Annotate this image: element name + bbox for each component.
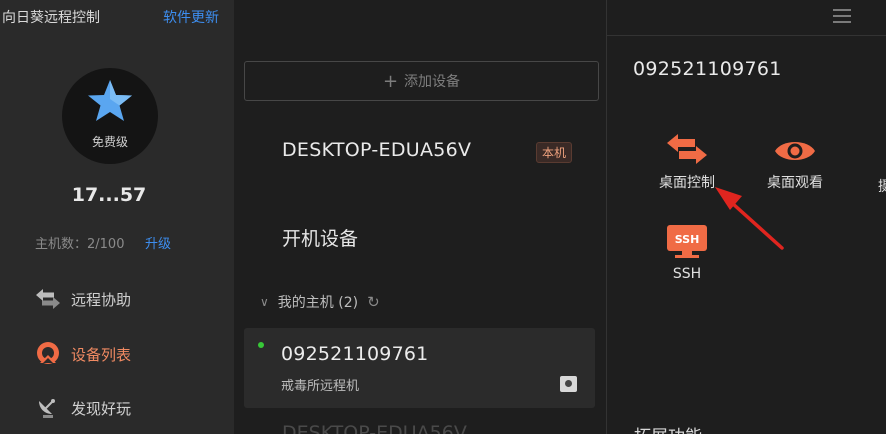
device-card[interactable]: 092521109761 戒毒所远程机	[244, 328, 595, 408]
action-label: 桌面观看	[767, 175, 823, 191]
ssh-icon: SSH	[667, 225, 707, 258]
sidebar: 向日葵远程控制 软件更新 免费级 17...57 主机数：2/100 升级 远程…	[0, 0, 234, 434]
ssh-badge-text: SSH	[675, 233, 700, 246]
device-list-panel: + 添加设备 DESKTOP-EDUA56V 本机 开机设备 ∨ 我的主机 (2…	[234, 0, 607, 434]
nav-device-list[interactable]: 设备列表	[34, 339, 131, 369]
add-device-label: 添加设备	[404, 74, 461, 90]
account-name: 17...57	[71, 184, 147, 206]
group-header[interactable]: ∨ 我的主机 (2) ↻	[260, 292, 380, 312]
account-level: 免费级	[91, 135, 128, 149]
ssh-button[interactable]: SSH SSH	[642, 220, 732, 282]
local-device-name[interactable]: DESKTOP-EDUA56V	[282, 139, 471, 161]
device-list-icon	[34, 342, 62, 366]
host-count: 主机数：2/100	[35, 237, 125, 252]
os-icon	[560, 376, 577, 392]
online-status-dot	[258, 342, 264, 348]
desktop-control-icon	[667, 134, 707, 164]
local-badge: 本机	[536, 142, 573, 163]
detail-title: 092521109761	[633, 58, 782, 80]
boot-devices-section[interactable]: 开机设备	[282, 224, 358, 251]
nav-discover[interactable]: 发现好玩	[34, 393, 131, 423]
partial-action-label[interactable]: 摄	[878, 176, 886, 196]
plus-icon: +	[382, 70, 399, 92]
desktop-control-button[interactable]: 桌面控制	[642, 126, 732, 192]
remote-assist-icon	[34, 287, 62, 311]
nav-label: 设备列表	[71, 345, 132, 364]
group-title: 我的主机 (2)	[277, 295, 359, 311]
app-title: 向日葵远程控制	[2, 10, 100, 26]
nav-label: 发现好玩	[71, 399, 132, 418]
device-detail-panel: 092521109761 桌面控制 桌面观看 摄 SSH SSH	[608, 36, 886, 434]
upgrade-link[interactable]: 升级	[145, 233, 171, 252]
refresh-icon[interactable]: ↻	[367, 293, 380, 311]
extension-title: 拓展功能	[634, 422, 702, 434]
app-window: 向日葵远程控制 软件更新 免费级 17...57 主机数：2/100 升级 远程…	[0, 0, 886, 434]
nav-label: 远程协助	[71, 290, 132, 309]
device-id: 092521109761	[281, 343, 429, 365]
software-update-link[interactable]: 软件更新	[163, 7, 219, 27]
menu-icon[interactable]	[833, 9, 851, 23]
add-device-button[interactable]: + 添加设备	[244, 61, 599, 101]
chevron-down-icon: ∨	[260, 295, 269, 309]
desktop-view-button[interactable]: 桌面观看	[750, 126, 840, 192]
action-label: SSH	[672, 266, 702, 282]
avatar[interactable]: 免费级	[62, 68, 158, 164]
next-device-name[interactable]: DESKTOP-EDUA56V	[282, 422, 467, 434]
action-label: 桌面控制	[659, 175, 715, 191]
discover-icon	[34, 396, 62, 420]
device-remark: 戒毒所远程机	[281, 379, 360, 394]
star-icon	[88, 80, 132, 121]
eye-icon	[775, 142, 815, 160]
nav-remote-assist[interactable]: 远程协助	[34, 284, 131, 314]
